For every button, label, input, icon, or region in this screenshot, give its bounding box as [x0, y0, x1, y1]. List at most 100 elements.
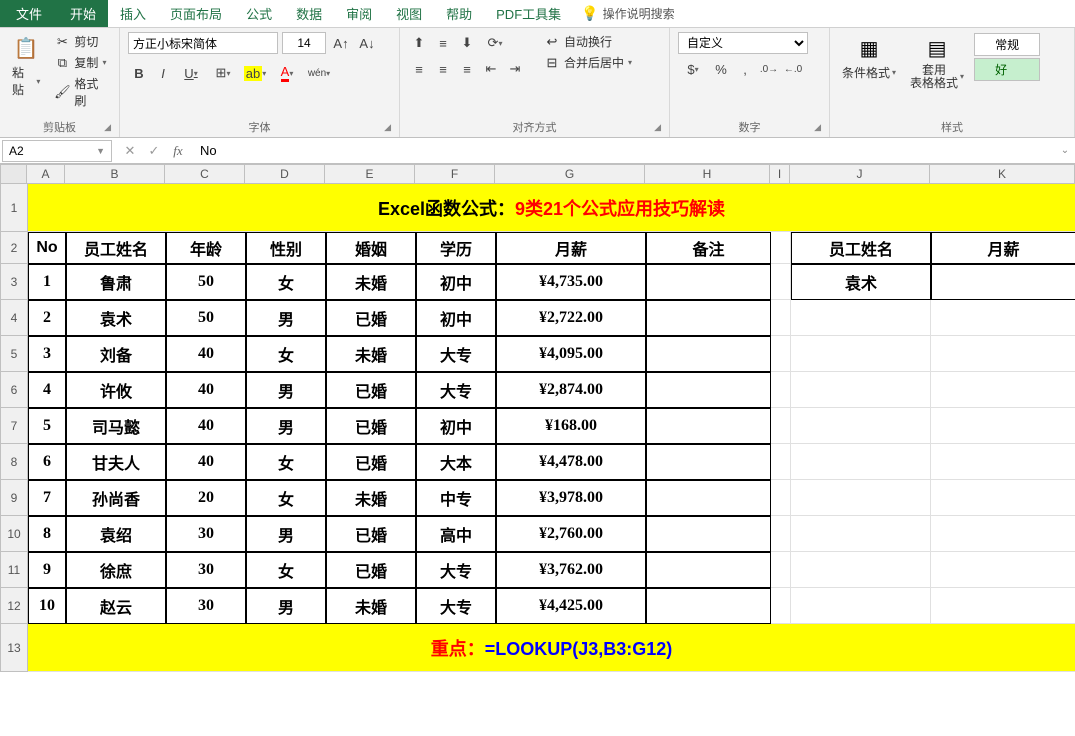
cell[interactable]: [646, 480, 771, 516]
cell[interactable]: 甘夫人: [66, 444, 166, 480]
cell[interactable]: 月薪: [496, 232, 646, 264]
cell[interactable]: [646, 444, 771, 480]
cell[interactable]: 4: [28, 372, 66, 408]
tab-review[interactable]: 审阅: [334, 0, 384, 27]
cell[interactable]: [931, 300, 1075, 336]
cell[interactable]: 女: [246, 480, 326, 516]
row-header[interactable]: 10: [0, 516, 28, 552]
row-header[interactable]: 8: [0, 444, 28, 480]
cell[interactable]: 女: [246, 552, 326, 588]
cell[interactable]: 已婚: [326, 300, 416, 336]
cell[interactable]: 50: [166, 264, 246, 300]
row-header[interactable]: 13: [0, 624, 28, 672]
wrap-text-button[interactable]: ↩自动换行: [540, 32, 636, 51]
conditional-format-button[interactable]: ▦ 条件格式▾: [838, 32, 900, 83]
cut-button[interactable]: ✂剪切: [50, 32, 111, 51]
cell[interactable]: [931, 372, 1075, 408]
cell[interactable]: [791, 372, 931, 408]
cell[interactable]: ¥4,425.00: [496, 588, 646, 624]
cell[interactable]: 鲁肃: [66, 264, 166, 300]
tab-file[interactable]: 文件: [0, 0, 58, 27]
cell[interactable]: [771, 264, 791, 300]
row-header[interactable]: 9: [0, 480, 28, 516]
tell-me-search[interactable]: 💡 操作说明搜索: [581, 0, 674, 27]
cell[interactable]: 40: [166, 372, 246, 408]
cell[interactable]: [646, 372, 771, 408]
fx-button[interactable]: fx: [166, 140, 190, 162]
tab-home[interactable]: 开始: [58, 0, 108, 27]
cell[interactable]: 女: [246, 264, 326, 300]
enter-button[interactable]: ✓: [142, 140, 166, 162]
cell[interactable]: 已婚: [326, 552, 416, 588]
dialog-launcher-icon[interactable]: ◢: [104, 122, 111, 133]
cell[interactable]: 袁绍: [66, 516, 166, 552]
cell[interactable]: [646, 552, 771, 588]
formula-expand-button[interactable]: ⌄: [1055, 145, 1075, 156]
column-header[interactable]: A: [27, 164, 65, 184]
italic-button[interactable]: I: [152, 62, 174, 84]
decrease-decimal-button[interactable]: ←.0: [782, 58, 804, 80]
column-header[interactable]: I: [770, 164, 790, 184]
fill-color-button[interactable]: ab▾: [240, 62, 270, 84]
cell[interactable]: 月薪: [931, 232, 1075, 264]
cell[interactable]: [771, 588, 791, 624]
cell[interactable]: [771, 444, 791, 480]
cell[interactable]: 男: [246, 408, 326, 444]
tab-data[interactable]: 数据: [284, 0, 334, 27]
cell-style-good[interactable]: 好: [974, 58, 1040, 81]
cell[interactable]: 初中: [416, 300, 496, 336]
align-top-button[interactable]: ⬆: [408, 32, 430, 54]
cancel-button[interactable]: ✕: [118, 140, 142, 162]
orientation-button[interactable]: ⟳▾: [480, 32, 510, 54]
column-header[interactable]: B: [65, 164, 165, 184]
cell[interactable]: 性别: [246, 232, 326, 264]
cell[interactable]: [646, 516, 771, 552]
cell[interactable]: No: [28, 232, 66, 264]
cell[interactable]: 50: [166, 300, 246, 336]
cell[interactable]: 袁术: [66, 300, 166, 336]
cell[interactable]: 女: [246, 444, 326, 480]
increase-decimal-button[interactable]: .0→: [758, 58, 780, 80]
cell[interactable]: 未婚: [326, 264, 416, 300]
number-format-select[interactable]: 自定义: [678, 32, 808, 54]
cell[interactable]: 男: [246, 300, 326, 336]
cell[interactable]: 年龄: [166, 232, 246, 264]
cell[interactable]: ¥4,095.00: [496, 336, 646, 372]
row-header[interactable]: 11: [0, 552, 28, 588]
cell[interactable]: ¥2,760.00: [496, 516, 646, 552]
cell[interactable]: 男: [246, 588, 326, 624]
row-header[interactable]: 3: [0, 264, 28, 300]
phonetic-button[interactable]: wén▾: [304, 62, 334, 84]
decrease-indent-button[interactable]: ⇤: [480, 58, 502, 80]
cell[interactable]: [791, 588, 931, 624]
name-box[interactable]: A2 ▼: [2, 140, 112, 162]
percent-button[interactable]: %: [710, 58, 732, 80]
cell[interactable]: ¥3,978.00: [496, 480, 646, 516]
cell[interactable]: 7: [28, 480, 66, 516]
cell[interactable]: 员工姓名: [66, 232, 166, 264]
cell[interactable]: 40: [166, 408, 246, 444]
cell[interactable]: 备注: [646, 232, 771, 264]
cell[interactable]: [791, 408, 931, 444]
cell[interactable]: [931, 444, 1075, 480]
cell[interactable]: 大专: [416, 336, 496, 372]
align-right-button[interactable]: ≡: [456, 58, 478, 80]
column-header[interactable]: K: [930, 164, 1075, 184]
cell[interactable]: [931, 408, 1075, 444]
decrease-font-button[interactable]: A↓: [356, 32, 378, 54]
cell[interactable]: 学历: [416, 232, 496, 264]
row-header[interactable]: 4: [0, 300, 28, 336]
align-middle-button[interactable]: ≡: [432, 32, 454, 54]
cell[interactable]: [931, 516, 1075, 552]
cell[interactable]: 赵云: [66, 588, 166, 624]
cell[interactable]: 男: [246, 516, 326, 552]
cell[interactable]: 孙尚香: [66, 480, 166, 516]
dialog-launcher-icon[interactable]: ◢: [384, 122, 391, 133]
cell[interactable]: [791, 336, 931, 372]
cell[interactable]: [791, 516, 931, 552]
dialog-launcher-icon[interactable]: ◢: [654, 122, 661, 133]
comma-button[interactable]: ,: [734, 58, 756, 80]
cell[interactable]: 9: [28, 552, 66, 588]
row-header[interactable]: 12: [0, 588, 28, 624]
cell[interactable]: 未婚: [326, 480, 416, 516]
